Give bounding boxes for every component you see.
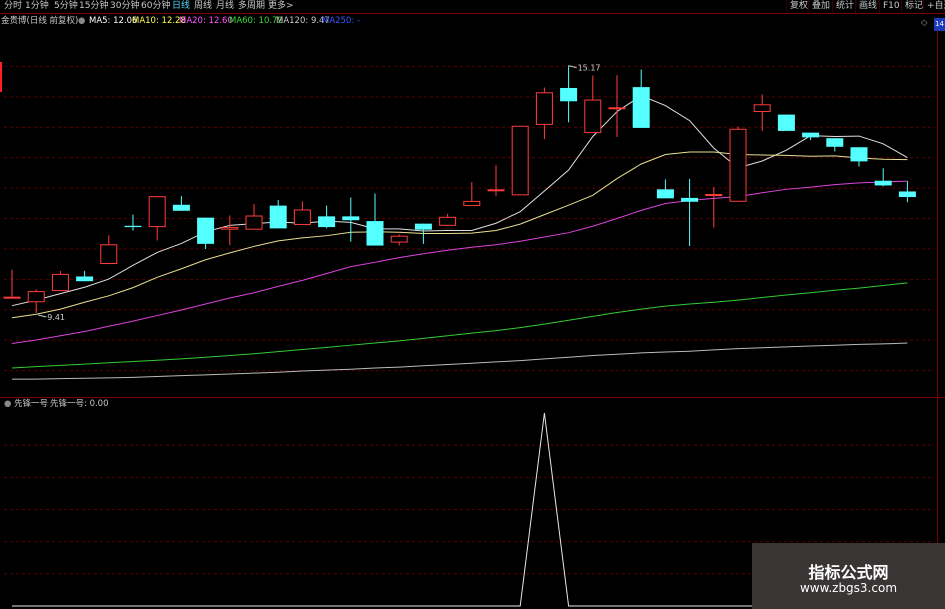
candle [898, 181, 916, 203]
candle-body [318, 216, 336, 228]
watermark-url: www.zbgs3.com [799, 581, 898, 595]
candle [826, 138, 844, 152]
candle [148, 196, 166, 241]
candle [656, 179, 674, 199]
candle [560, 65, 578, 123]
candle-body [656, 189, 674, 199]
candle-body [76, 276, 94, 282]
ma-lines [11, 95, 908, 380]
candle [390, 234, 408, 246]
left-marker [0, 62, 2, 92]
ma-line-ma10 [11, 151, 908, 319]
candle [318, 205, 336, 229]
candle-body [535, 92, 553, 125]
candle [487, 165, 505, 197]
candle-body [342, 216, 360, 221]
candle-body [148, 196, 166, 228]
candle-body [898, 191, 916, 198]
candle [681, 179, 699, 246]
candle [76, 270, 94, 282]
ma-line-ma60 [11, 282, 908, 369]
candle-body [463, 200, 481, 207]
candles [3, 65, 916, 313]
ma-line-ma20 [11, 180, 908, 344]
candle-body [124, 225, 142, 228]
candle-body [487, 189, 505, 192]
low-arrow [38, 314, 47, 318]
candle [584, 75, 602, 134]
candle-body [681, 197, 699, 202]
watermark-title: 指标公式网 [808, 563, 889, 582]
candle-body [293, 209, 311, 225]
candle-body [3, 296, 21, 299]
candle [3, 269, 21, 299]
candle-body [414, 223, 432, 230]
candle [511, 125, 529, 196]
candle [366, 193, 384, 246]
candle-body [511, 125, 529, 196]
candle-body [753, 104, 771, 113]
candle [100, 235, 118, 265]
candle-body [27, 291, 45, 303]
candle [342, 197, 360, 242]
candle-body [245, 215, 263, 230]
candle-body [729, 128, 747, 202]
candle [269, 200, 287, 229]
low-label: 9.41 [47, 313, 65, 322]
candle [463, 182, 481, 207]
candle [753, 94, 771, 131]
candle [535, 87, 553, 140]
candle [705, 187, 723, 228]
grid [0, 13, 945, 609]
candle [293, 201, 311, 225]
candle [221, 215, 239, 246]
candle-body [51, 273, 69, 292]
chart-area[interactable]: 15.17 9.41 [0, 0, 945, 609]
candle-body [366, 221, 384, 246]
candle [439, 213, 457, 226]
candle [729, 126, 747, 202]
watermark: 指标公式网 www.zbgs3.com [752, 543, 945, 609]
candle [51, 270, 69, 292]
candle [172, 196, 190, 211]
candle-body [100, 244, 118, 265]
candle-body [197, 217, 215, 244]
candle [245, 203, 263, 230]
candle-body [874, 180, 892, 186]
candle-body [221, 227, 239, 230]
candle-body [850, 147, 868, 162]
candle [124, 214, 142, 231]
candle-body [172, 204, 190, 211]
candle-body [269, 205, 287, 229]
candle-body [826, 138, 844, 147]
candle-body [777, 114, 795, 131]
candle [850, 147, 868, 167]
candle [874, 168, 892, 187]
candle-body [390, 235, 408, 243]
candle-body [632, 87, 650, 128]
candle [777, 114, 795, 131]
candle [197, 217, 215, 249]
candle-body [705, 194, 723, 197]
candle-body [802, 132, 820, 138]
candle-body [608, 107, 626, 110]
candle-body [560, 87, 578, 102]
high-label: 15.17 [578, 64, 601, 73]
candle [632, 69, 650, 128]
candle-body [439, 216, 457, 226]
candle-body [584, 99, 602, 134]
